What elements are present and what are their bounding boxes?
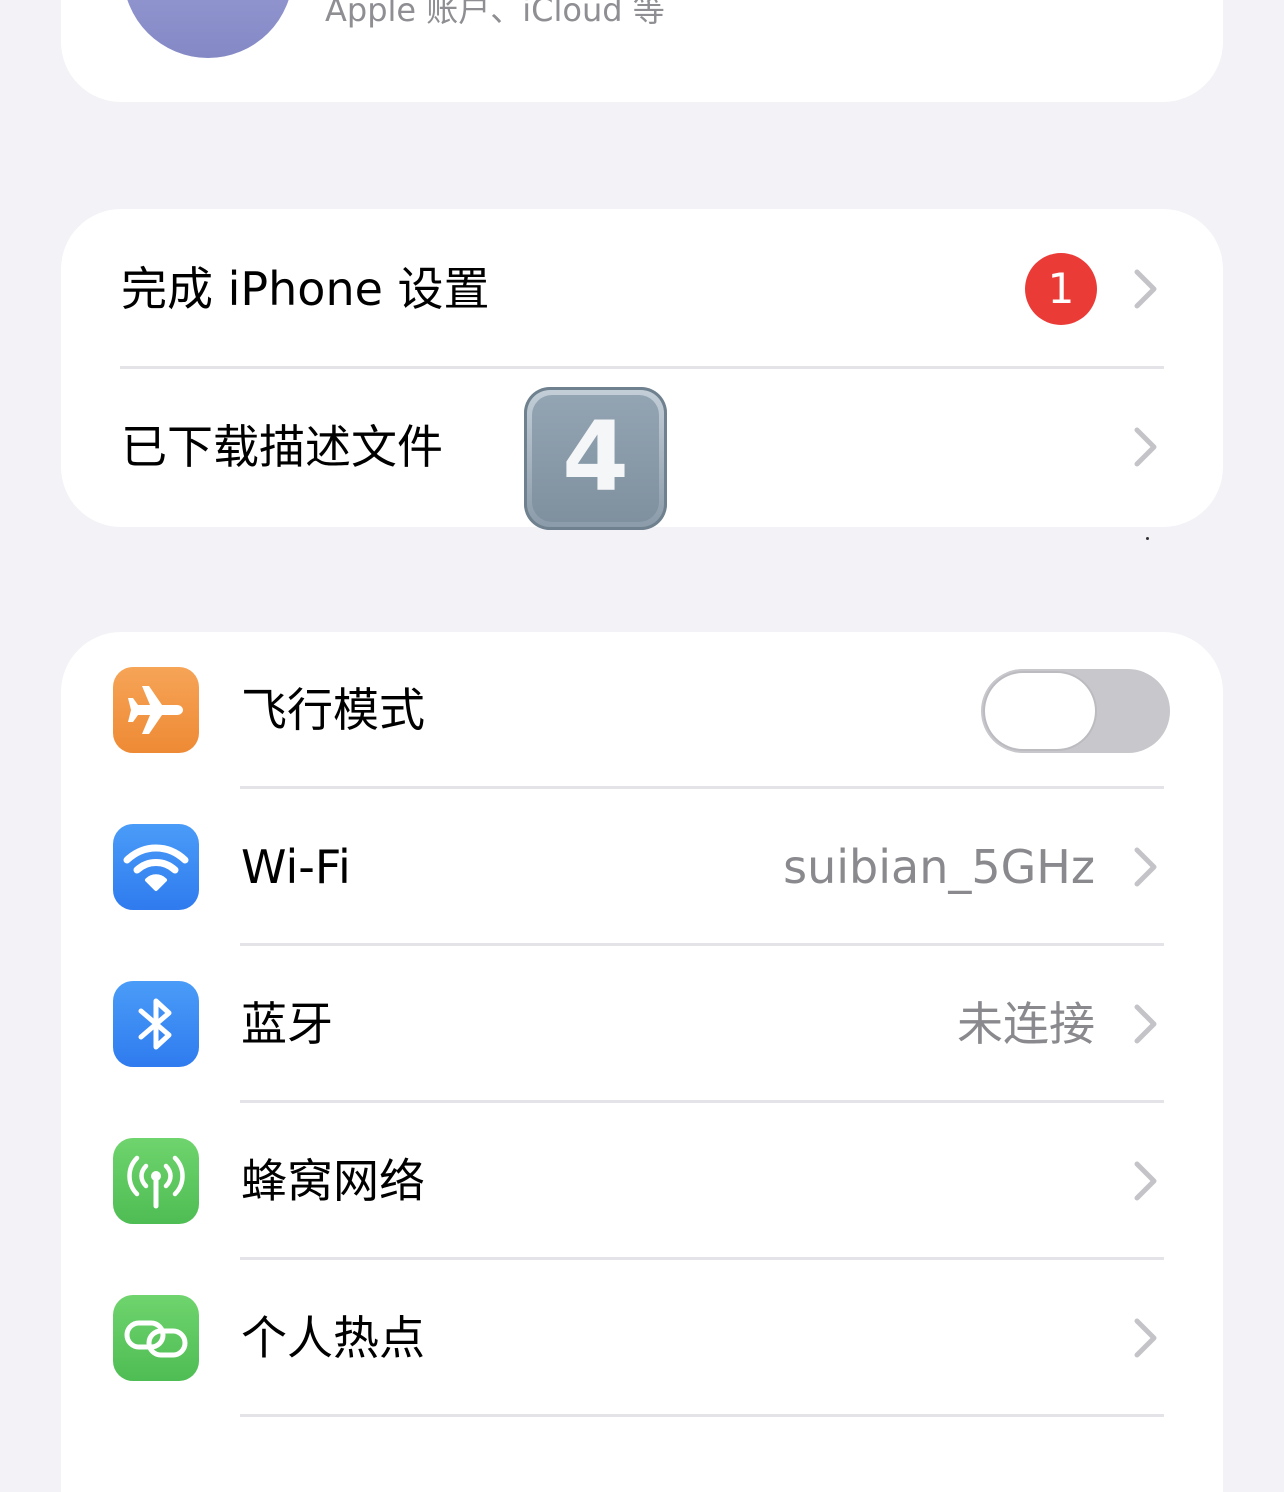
setup-card: 完成 iPhone 设置 1 已下载描述文件 4 xyxy=(61,209,1223,530)
cellular-row[interactable]: 蜂窝网络 xyxy=(61,1103,1223,1259)
wifi-icon xyxy=(123,844,189,891)
downloaded-profiles-label: 已下载描述文件 xyxy=(121,420,443,474)
cellular-icon-tile xyxy=(113,1138,199,1224)
notification-badge: 1 xyxy=(1025,253,1097,325)
chevron-right-icon xyxy=(1134,1004,1157,1044)
account-subtitle: Apple 账户、iCloud 等 xyxy=(325,0,665,29)
personal-hotspot-row[interactable]: 个人热点 xyxy=(61,1260,1223,1416)
person-icon xyxy=(123,0,293,58)
keycap-digit: 4 xyxy=(562,401,629,513)
bluetooth-label: 蓝牙 xyxy=(241,997,333,1051)
avatar xyxy=(123,0,293,58)
bluetooth-icon-tile xyxy=(113,981,199,1067)
airplane-mode-icon-tile xyxy=(113,667,199,753)
airplane-mode-label: 飞行模式 xyxy=(241,683,425,737)
airplane-mode-row: 飞行模式 xyxy=(61,632,1223,788)
wifi-label: Wi-Fi xyxy=(241,840,351,894)
wifi-icon-tile xyxy=(113,824,199,910)
airplane-icon xyxy=(128,686,183,734)
toggle-knob xyxy=(985,673,1095,749)
hotspot-icon-tile xyxy=(113,1295,199,1381)
airplane-mode-toggle[interactable] xyxy=(981,669,1170,753)
wifi-network-name: suibian_5GHz xyxy=(783,840,1095,894)
chevron-right-icon xyxy=(1134,269,1157,309)
chevron-right-icon xyxy=(1134,1161,1157,1201)
bluetooth-icon xyxy=(138,998,172,1050)
bluetooth-status: 未连接 xyxy=(957,997,1095,1051)
wifi-row[interactable]: Wi-Fi suibian_5GHz xyxy=(61,789,1223,945)
personal-hotspot-label: 个人热点 xyxy=(241,1311,425,1365)
finish-setup-row[interactable]: 完成 iPhone 设置 1 xyxy=(61,211,1223,367)
account-card[interactable]: Apple 账户、iCloud 等 xyxy=(61,0,1223,102)
cellular-label: 蜂窝网络 xyxy=(241,1154,425,1208)
finish-setup-label: 完成 iPhone 设置 xyxy=(121,262,490,316)
chevron-right-icon xyxy=(1134,427,1157,467)
chevron-right-icon xyxy=(1134,847,1157,887)
bluetooth-row[interactable]: 蓝牙 未连接 xyxy=(61,946,1223,1102)
link-icon xyxy=(124,1320,188,1358)
keycap-number-overlay: 4 xyxy=(524,387,667,530)
chevron-right-icon xyxy=(1134,1318,1157,1358)
antenna-icon xyxy=(127,1155,185,1209)
row-divider xyxy=(240,1414,1164,1417)
speck-dot xyxy=(1146,537,1149,540)
network-settings-card: 飞行模式 Wi-Fi suibian_5GHz 蓝牙 未连接 蜂窝网络 个人热点 xyxy=(61,632,1223,1492)
